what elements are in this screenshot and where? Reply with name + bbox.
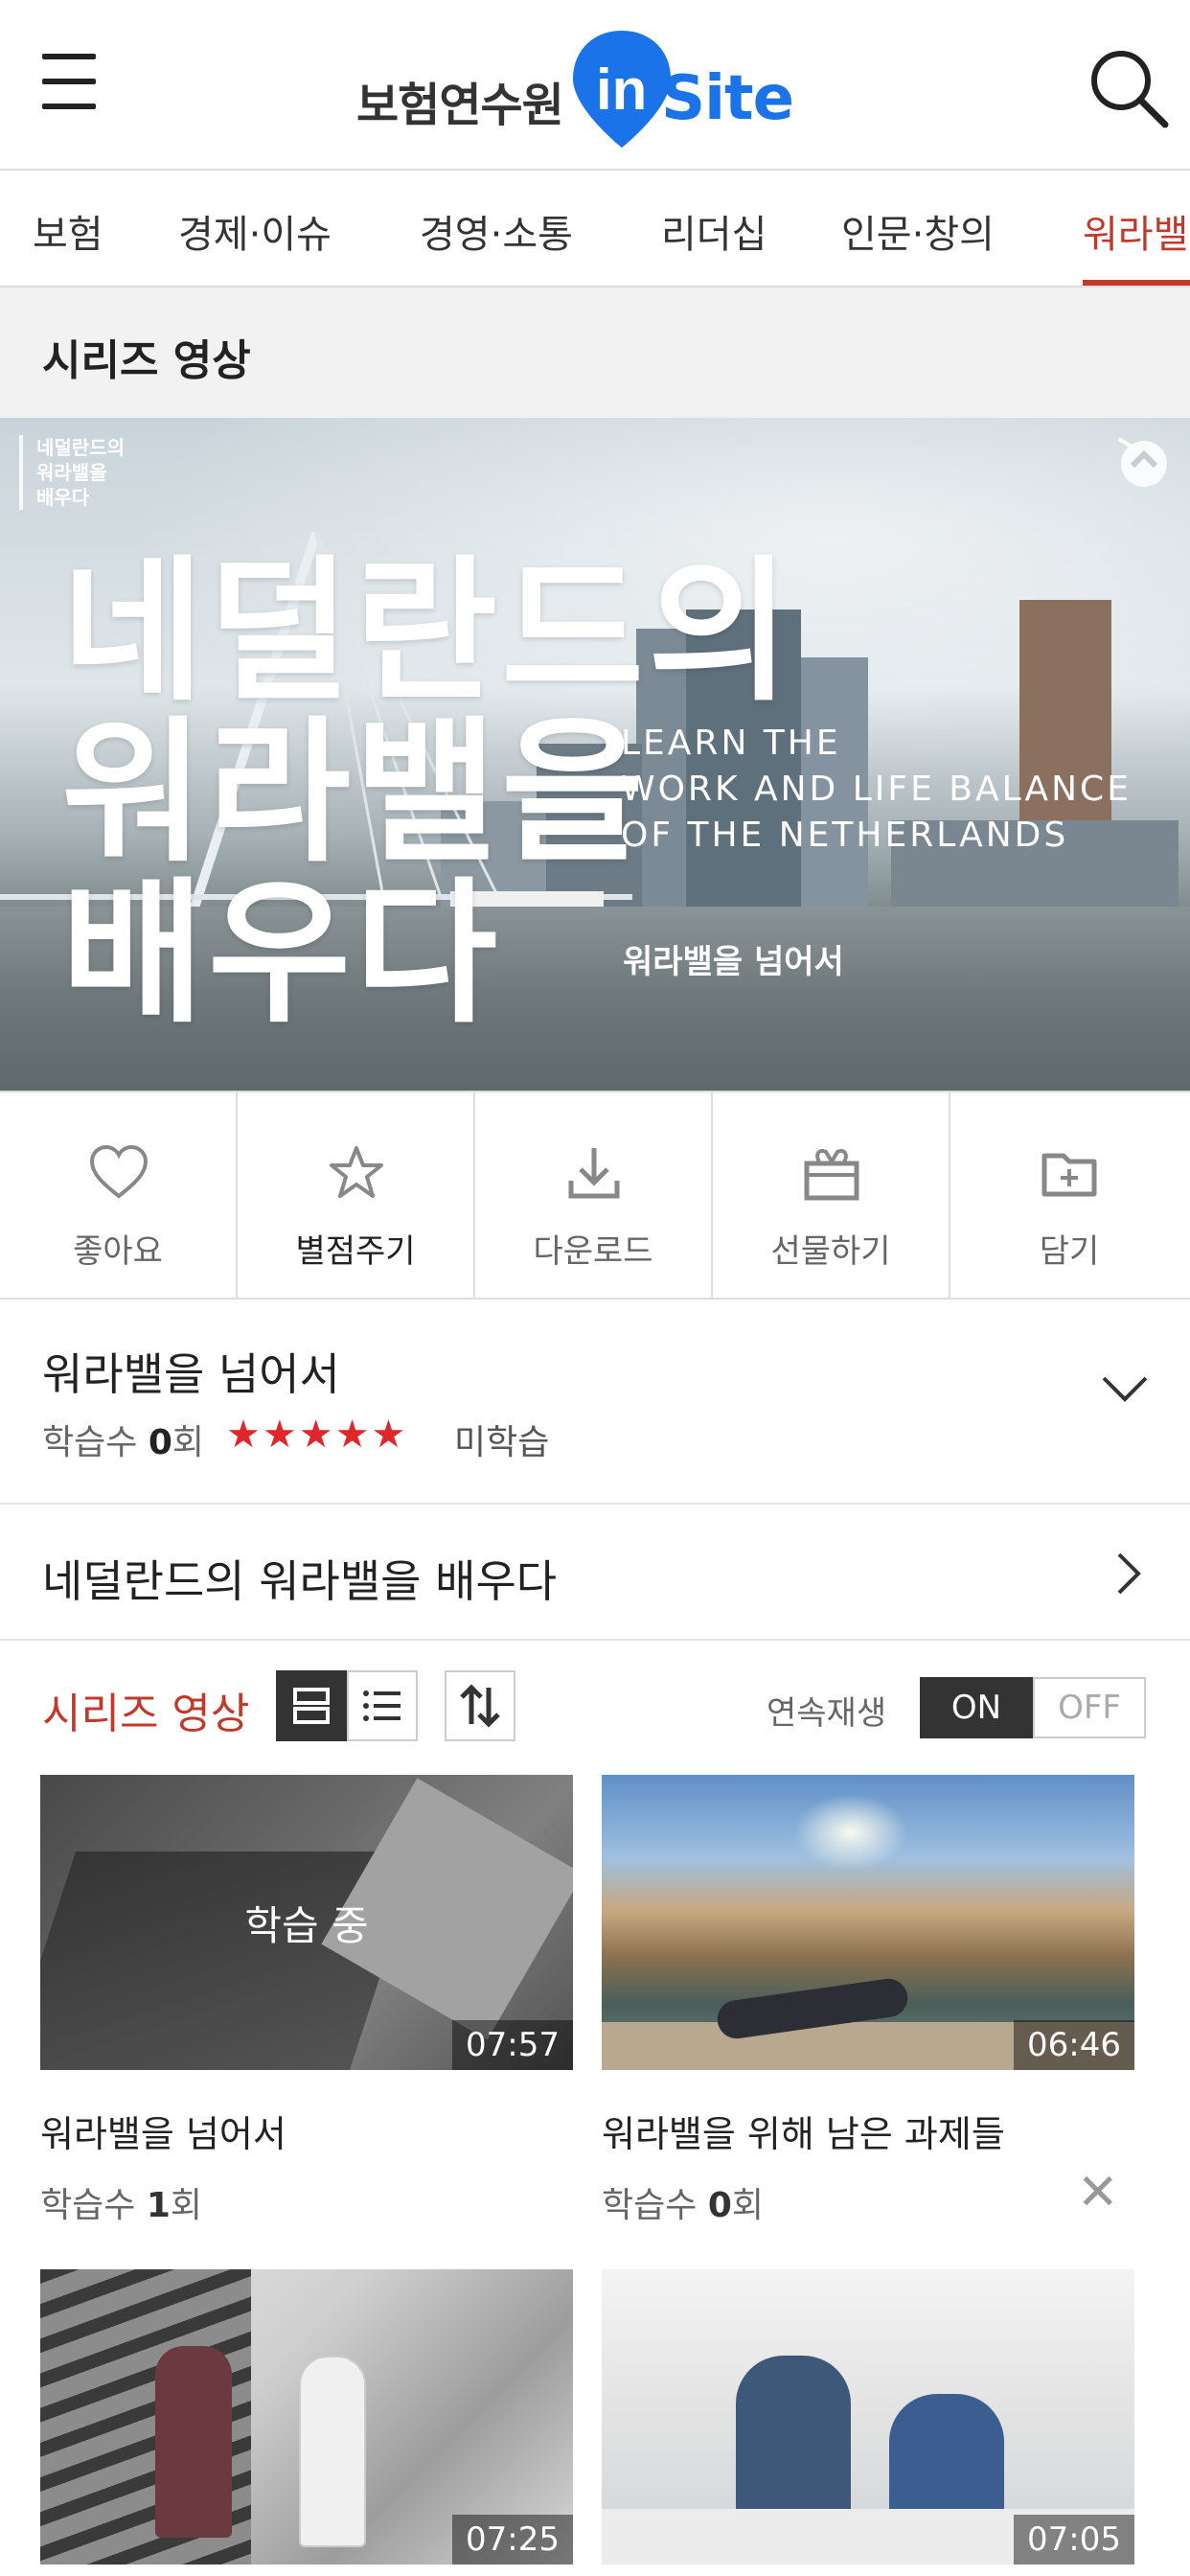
views-prefix: 학습수 xyxy=(42,1423,138,1462)
thumb-person xyxy=(155,2346,232,2538)
video-duration: 07:25 xyxy=(452,2515,573,2564)
series-toolbar: 시리즈 영상 연속재생 ON OFF xyxy=(0,1668,1190,1748)
views-suffix: 회 xyxy=(172,1423,205,1462)
learning-status: 미학습 xyxy=(454,1423,550,1462)
app-header: 보험연수원 in Site xyxy=(0,0,1190,171)
heart-icon xyxy=(89,1144,149,1199)
download-icon xyxy=(568,1148,620,1199)
views-prefix: 학습수 xyxy=(40,2186,136,2225)
video-card[interactable]: 학습 중 07:57 워라밸을 넘어서 학습수 1회 xyxy=(40,1775,573,2235)
section-header: 시리즈 영상 xyxy=(0,288,1190,418)
card-title: 워라밸을 넘어서 xyxy=(40,2113,286,2155)
download-button[interactable]: 다운로드 xyxy=(475,1092,713,1300)
video-card[interactable]: 07:25 xyxy=(40,2269,573,2564)
learning-in-progress-label: 학습 중 xyxy=(244,1902,369,1949)
save-button[interactable]: 담기 xyxy=(950,1092,1188,1300)
grid-view-button[interactable] xyxy=(276,1670,347,1741)
hero-subtitle: 워라밸을 넘어서 xyxy=(623,943,844,981)
like-button[interactable]: 좋아요 xyxy=(0,1092,238,1300)
video-thumbnail[interactable]: 학습 중 07:57 xyxy=(40,1775,573,2070)
series-link[interactable]: 네덜란드의 워라밸을 배우다 xyxy=(0,1505,1190,1641)
star-outline-icon xyxy=(330,1146,383,1198)
section-title: 시리즈 영상 xyxy=(42,336,251,385)
chevron-right-icon xyxy=(1117,1552,1141,1595)
video-thumbnail[interactable]: 06:46 xyxy=(602,1775,1134,2070)
video-duration: 06:46 xyxy=(1014,2020,1134,2070)
gift-icon xyxy=(804,1149,859,1201)
tab-insurance[interactable]: 보험 xyxy=(33,203,103,259)
sort-button[interactable] xyxy=(445,1670,515,1741)
tab-economy-issue[interactable]: 경제·이슈 xyxy=(178,203,332,259)
tab-management-communication[interactable]: 경영·소통 xyxy=(420,203,573,259)
download-label: 다운로드 xyxy=(533,1232,653,1271)
views-count: 1 xyxy=(146,2186,171,2225)
save-label: 담기 xyxy=(1039,1232,1100,1271)
tab-leadership[interactable]: 리더십 xyxy=(661,203,767,259)
card-view-count: 학습수 0회 xyxy=(602,2177,764,2227)
video-card[interactable]: 06:46 워라밸을 위해 남은 과제들 학습수 0회 xyxy=(602,1775,1134,2235)
card-view-count: 학습수 1회 xyxy=(40,2177,202,2227)
site-logo[interactable]: 보험연수원 in Site xyxy=(356,27,816,151)
category-tabs: 보험 경제·이슈 경영·소통 리더십 인문·창의 워라밸 xyxy=(0,172,1190,288)
autoplay-off-toggle[interactable]: OFF xyxy=(1033,1677,1146,1738)
views-count: 0 xyxy=(148,1423,172,1462)
hero-corner-label: 네덜란드의 워라밸을 배우다 xyxy=(19,435,172,510)
logo-in-text: in xyxy=(596,58,647,122)
video-view-count: 학습수 0회 xyxy=(42,1414,204,1464)
video-thumbnail[interactable]: 07:25 xyxy=(40,2269,573,2564)
series-name: 네덜란드의 워라밸을 배우다 xyxy=(42,1555,558,1607)
video-duration: 07:05 xyxy=(1014,2515,1134,2564)
list-view-button[interactable] xyxy=(347,1670,418,1741)
views-prefix: 학습수 xyxy=(602,2186,698,2225)
logo-site-text: Site xyxy=(661,63,794,134)
views-suffix: 회 xyxy=(170,2186,203,2225)
video-title: 워라밸을 넘어서 xyxy=(42,1348,340,1400)
logo-pin-icon: in xyxy=(573,31,671,148)
autoplay-on-toggle[interactable]: ON xyxy=(920,1677,1033,1738)
hero-corner-text: 네덜란드의 워라밸을 배우다 xyxy=(36,436,125,509)
rating-stars: ★★★★★ xyxy=(226,1413,408,1457)
gift-label: 선물하기 xyxy=(770,1232,891,1271)
like-label: 좋아요 xyxy=(73,1232,163,1271)
tab-humanities-creativity[interactable]: 인문·창의 xyxy=(841,203,995,259)
thumb-sun xyxy=(793,1794,908,1871)
action-bar: 좋아요 별점주기 다운로드 선물하기 담기 xyxy=(0,1091,1190,1300)
views-count: 0 xyxy=(707,2186,732,2225)
rate-label: 별점주기 xyxy=(295,1232,416,1271)
rate-button[interactable]: 별점주기 xyxy=(238,1092,475,1300)
tv-logo-icon xyxy=(1117,437,1167,487)
series-section-label: 시리즈 영상 xyxy=(42,1690,250,1738)
gift-button[interactable]: 선물하기 xyxy=(713,1092,950,1300)
close-icon[interactable]: ✕ xyxy=(1077,2168,1119,2218)
video-duration: 07:57 xyxy=(452,2020,573,2070)
logo-korean-text: 보험연수원 xyxy=(356,79,564,132)
chevron-down-icon[interactable] xyxy=(1098,1368,1152,1407)
search-icon[interactable] xyxy=(1085,44,1171,130)
hero-title-english: LEARN THE WORK AND LIFE BALANCE OF THE N… xyxy=(621,724,1132,855)
sort-icon xyxy=(460,1684,500,1728)
active-tab-indicator xyxy=(1083,280,1190,286)
list-view-icon xyxy=(363,1690,400,1721)
video-info[interactable]: 워라밸을 넘어서 학습수 0회 ★★★★★ 미학습 xyxy=(0,1300,1190,1505)
video-thumbnail[interactable]: 07:05 xyxy=(602,2269,1134,2564)
video-card[interactable]: 07:05 xyxy=(602,2269,1134,2564)
grid-view-icon xyxy=(293,1688,330,1724)
autoplay-label: 연속재생 xyxy=(767,1694,887,1733)
folder-add-icon xyxy=(1041,1153,1097,1197)
views-suffix: 회 xyxy=(731,2186,765,2225)
hamburger-menu-icon[interactable] xyxy=(42,54,96,109)
hero-banner[interactable]: 네덜란드의 워라밸을 배우다 네덜란드의 워라밸을 배우다 LEARN THE … xyxy=(0,418,1190,1091)
thumb-person xyxy=(299,2356,366,2547)
card-title: 워라밸을 위해 남은 과제들 xyxy=(602,2113,1005,2155)
tab-work-life-balance[interactable]: 워라밸 xyxy=(1083,203,1188,259)
